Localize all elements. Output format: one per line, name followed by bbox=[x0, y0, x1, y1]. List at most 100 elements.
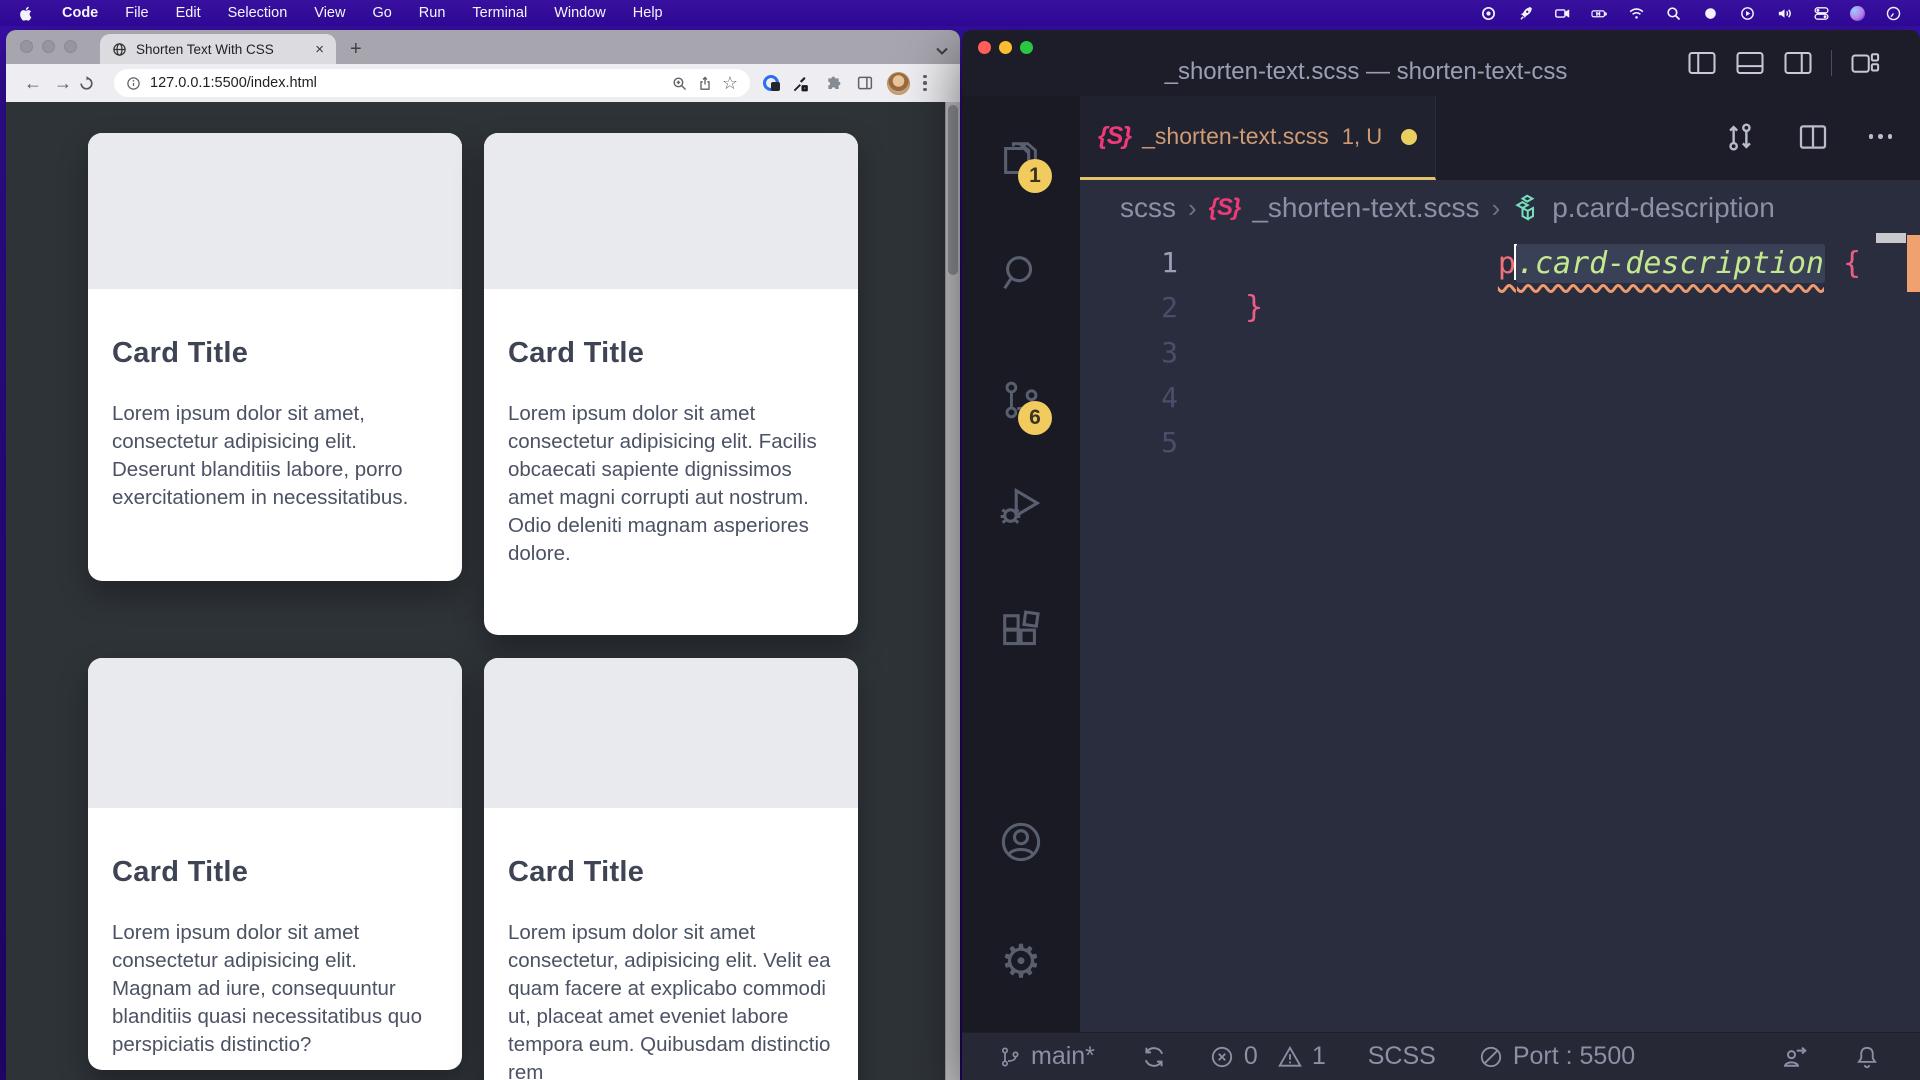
card-description: Lorem ipsum dolor sit amet consectetur a… bbox=[508, 400, 834, 568]
zoom-window-button[interactable] bbox=[1020, 41, 1033, 54]
tab-search-chevron-icon[interactable] bbox=[936, 47, 948, 55]
clock-icon[interactable] bbox=[1885, 5, 1902, 22]
extensions-view-button[interactable] bbox=[962, 610, 1080, 656]
menu-file[interactable]: File bbox=[125, 5, 148, 21]
vscode-window: _shorten-text.scss — shorten-text-css bbox=[962, 30, 1920, 1080]
menu-status-icons bbox=[1480, 5, 1902, 22]
menu-window[interactable]: Window bbox=[554, 5, 606, 21]
scss-warning-squiggle: p.card-description bbox=[1498, 246, 1825, 281]
url-text[interactable]: 127.0.0.1:5500/index.html bbox=[150, 75, 662, 91]
close-brace-token: } bbox=[1245, 290, 1263, 325]
toggle-secondary-sidebar-icon[interactable] bbox=[1783, 50, 1813, 76]
settings-gear-icon[interactable]: ⚙ bbox=[962, 938, 1080, 984]
breadcrumb-folder[interactable]: scss bbox=[1120, 192, 1176, 224]
page-scrollbar[interactable] bbox=[945, 102, 960, 1080]
menu-edit[interactable]: Edit bbox=[176, 5, 201, 21]
activity-bar: 1 6 ⚙ bbox=[962, 96, 1080, 1032]
toggle-sidebar-icon[interactable] bbox=[1687, 50, 1717, 76]
source-control-view-button[interactable]: 6 bbox=[962, 377, 1080, 423]
volume-icon[interactable] bbox=[1776, 5, 1793, 22]
menu-terminal[interactable]: Terminal bbox=[472, 5, 527, 21]
bookmark-star-icon[interactable]: ☆ bbox=[722, 74, 738, 92]
eyedropper-extension-icon[interactable] bbox=[792, 74, 811, 93]
card-image-placeholder bbox=[484, 658, 858, 808]
menu-go[interactable]: Go bbox=[372, 5, 391, 21]
spotlight-icon[interactable] bbox=[1665, 5, 1682, 22]
explorer-badge: 1 bbox=[1018, 159, 1052, 193]
reload-icon[interactable] bbox=[78, 75, 108, 92]
siri-icon[interactable] bbox=[1850, 6, 1865, 21]
record-icon[interactable] bbox=[1480, 5, 1497, 22]
card-image-placeholder bbox=[88, 133, 462, 289]
menu-app-name[interactable]: Code bbox=[62, 5, 98, 21]
account-icon[interactable] bbox=[962, 819, 1080, 865]
password-extension-icon[interactable] bbox=[763, 75, 779, 91]
customize-layout-icon[interactable] bbox=[1850, 50, 1880, 76]
menu-help[interactable]: Help bbox=[633, 5, 663, 21]
editor-scrollbar[interactable] bbox=[1876, 233, 1906, 243]
menu-selection[interactable]: Selection bbox=[228, 5, 288, 21]
split-editor-icon[interactable] bbox=[1797, 121, 1829, 153]
extensions-puzzle-icon[interactable] bbox=[824, 74, 843, 93]
live-server-item[interactable]: Port : 5500 bbox=[1478, 1042, 1635, 1071]
forward-icon[interactable]: → bbox=[48, 73, 78, 94]
vscode-traffic-lights bbox=[978, 41, 1033, 54]
card-title: Card Title bbox=[112, 856, 438, 889]
tab-close-icon[interactable]: × bbox=[315, 42, 324, 57]
code-line-1: 1 p.card-description{ bbox=[1080, 240, 1920, 285]
gear-glyph: ⚙ bbox=[1000, 938, 1041, 984]
notifications-bell-icon[interactable] bbox=[1854, 1043, 1880, 1071]
wifi-icon[interactable] bbox=[1628, 5, 1645, 22]
apple-icon[interactable] bbox=[18, 5, 35, 22]
control-center-icon[interactable] bbox=[1813, 5, 1830, 22]
git-branch-icon bbox=[998, 1045, 1022, 1069]
browser-tab[interactable]: Shorten Text With CSS × bbox=[100, 34, 336, 64]
screen-record-icon[interactable] bbox=[1554, 5, 1571, 22]
line-number: 1 bbox=[1080, 246, 1200, 279]
search-view-button[interactable] bbox=[962, 250, 1080, 296]
address-bar[interactable]: 127.0.0.1:5500/index.html ☆ bbox=[114, 69, 750, 97]
site-info-icon[interactable] bbox=[126, 76, 141, 91]
problems-item[interactable]: 0 1 bbox=[1209, 1042, 1326, 1071]
minimize-window-button[interactable] bbox=[42, 40, 55, 53]
card-description: Lorem ipsum dolor sit amet consectetur, … bbox=[508, 919, 834, 1080]
do-not-disturb-icon[interactable] bbox=[1702, 5, 1719, 22]
warning-count: 1 bbox=[1312, 1042, 1326, 1071]
back-icon[interactable]: ← bbox=[18, 73, 48, 94]
profile-avatar[interactable] bbox=[887, 72, 910, 95]
side-panel-icon[interactable] bbox=[856, 74, 874, 92]
unsaved-changes-dot[interactable] bbox=[1401, 129, 1417, 145]
language-mode-item[interactable]: SCSS bbox=[1368, 1042, 1436, 1071]
minimize-window-button[interactable] bbox=[999, 41, 1012, 54]
browser-menu-icon[interactable] bbox=[923, 75, 927, 92]
rocket-icon[interactable] bbox=[1517, 5, 1534, 22]
window-title: _shorten-text.scss — shorten-text-css bbox=[962, 58, 1770, 86]
scrollbar-thumb[interactable] bbox=[948, 105, 958, 275]
code-editor[interactable]: 1 p.card-description{ 2 } 3 4 bbox=[1080, 236, 1920, 1032]
chevron-right-icon: › bbox=[1188, 193, 1197, 224]
explorer-view-button[interactable]: 1 bbox=[962, 135, 1080, 181]
close-window-button[interactable] bbox=[978, 41, 991, 54]
menu-run[interactable]: Run bbox=[419, 5, 446, 21]
new-tab-button[interactable]: + bbox=[350, 38, 362, 61]
git-branch-item[interactable]: main* bbox=[998, 1042, 1095, 1071]
sync-changes-item[interactable] bbox=[1141, 1044, 1167, 1070]
menu-view[interactable]: View bbox=[314, 5, 345, 21]
more-actions-icon[interactable] bbox=[1869, 134, 1893, 139]
browser-window: Shorten Text With CSS × + ← → 127.0.0.1:… bbox=[6, 30, 960, 1080]
share-icon[interactable] bbox=[697, 75, 713, 92]
zoom-window-button[interactable] bbox=[64, 40, 77, 53]
open-changes-icon[interactable] bbox=[1723, 120, 1757, 154]
card-title: Card Title bbox=[112, 337, 438, 370]
zoom-in-icon[interactable] bbox=[671, 75, 688, 92]
divider bbox=[1831, 50, 1833, 76]
editor-tab-git-decoration: 1, U bbox=[1342, 124, 1382, 150]
close-window-button[interactable] bbox=[20, 40, 33, 53]
branch-name: main* bbox=[1031, 1042, 1095, 1071]
battery-icon[interactable] bbox=[1591, 5, 1608, 22]
play-circle-icon[interactable] bbox=[1739, 5, 1756, 22]
feedback-icon[interactable] bbox=[1780, 1043, 1810, 1071]
editor-tab[interactable]: {S} _shorten-text.scss 1, U bbox=[1080, 96, 1436, 180]
run-debug-view-button[interactable] bbox=[962, 482, 1080, 528]
toggle-panel-icon[interactable] bbox=[1735, 50, 1765, 76]
